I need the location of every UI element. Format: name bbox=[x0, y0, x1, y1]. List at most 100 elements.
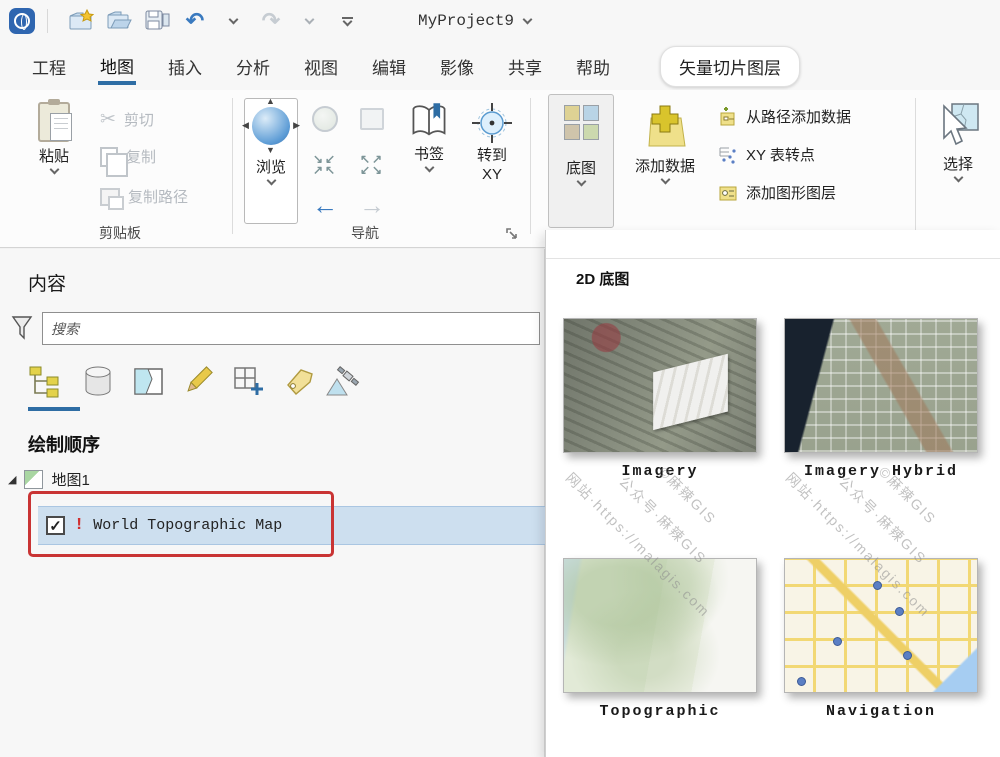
expander-icon[interactable]: ◢ bbox=[8, 473, 16, 486]
list-by-drawing-order-tab[interactable] bbox=[24, 361, 64, 401]
dialog-launcher-icon bbox=[506, 228, 517, 239]
next-extent-icon: → bbox=[359, 190, 385, 220]
gallery-divider bbox=[546, 258, 1000, 259]
bookmarks-label: 书签 bbox=[413, 146, 444, 163]
basemap-option-imagery[interactable]: Imagery bbox=[563, 318, 757, 480]
cut-button[interactable]: ✂ 剪切 bbox=[100, 108, 154, 131]
redo-icon: ↷ bbox=[261, 8, 281, 33]
full-extent-button[interactable] bbox=[305, 106, 345, 132]
titlebar-separator bbox=[47, 9, 48, 33]
save-project-icon bbox=[145, 10, 170, 30]
imagery-satellite-icon bbox=[326, 366, 360, 396]
redo-dropdown-button[interactable] bbox=[294, 5, 324, 37]
next-extent-button[interactable]: → bbox=[352, 192, 392, 218]
layer-warning-icon: ! bbox=[74, 516, 85, 535]
tab-analysis[interactable]: 分析 bbox=[234, 48, 272, 85]
new-project-icon bbox=[69, 9, 94, 30]
snapping-grid-icon bbox=[234, 367, 263, 395]
add-data-from-path-button[interactable]: 从路径添加数据 bbox=[718, 106, 851, 127]
tab-project[interactable]: 工程 bbox=[30, 48, 68, 85]
project-title: MyProject9 bbox=[418, 12, 515, 30]
xy-table-to-point-button[interactable]: XY 表转点 bbox=[718, 144, 815, 165]
basemap-option-label: Topographic bbox=[599, 703, 721, 720]
zoom-to-selection-button[interactable] bbox=[352, 108, 392, 130]
tab-insert[interactable]: 插入 bbox=[166, 48, 204, 85]
arcgis-pro-window: ↶ ↷ MyProject9 工程 地图 插入 分析 视图 编辑 影像 共享 帮… bbox=[0, 0, 1000, 757]
project-title-menu[interactable]: MyProject9 bbox=[418, 12, 533, 30]
list-by-snapping-tab[interactable] bbox=[228, 361, 268, 401]
list-by-labeling-tab[interactable] bbox=[278, 361, 318, 401]
paste-label: 粘贴 bbox=[38, 148, 69, 165]
basemap-option-imagery-hybrid[interactable]: Imagery Hybrid bbox=[784, 318, 978, 480]
add-data-icon bbox=[648, 105, 686, 147]
paste-button[interactable]: 粘贴 bbox=[22, 96, 86, 175]
add-graphics-layer-icon bbox=[719, 186, 737, 200]
data-source-icon bbox=[85, 366, 111, 396]
undo-button[interactable]: ↶ bbox=[180, 5, 210, 37]
chevron-down-icon bbox=[266, 175, 276, 186]
xy-table-to-point-label: XY 表转点 bbox=[746, 147, 815, 164]
previous-extent-button[interactable]: ← bbox=[305, 192, 345, 218]
fixed-zoom-in-button[interactable]: ↘↙ ↗↖ bbox=[305, 152, 345, 178]
tree-item-map1[interactable]: ◢ 地图1 bbox=[8, 469, 90, 490]
tab-share[interactable]: 共享 bbox=[506, 48, 544, 85]
fixed-zoom-out-button[interactable]: ↖↗ ↙↘ bbox=[352, 152, 392, 178]
filter-button[interactable] bbox=[10, 315, 34, 346]
add-graphics-layer-label: 添加图形图层 bbox=[746, 185, 837, 202]
copy-path-button[interactable]: 复制路径 bbox=[100, 186, 188, 210]
paste-icon bbox=[38, 99, 72, 142]
tab-vector-tile-layer[interactable]: 矢量切片图层 bbox=[660, 45, 800, 87]
fixed-zoom-in-icon: ↘↙ ↗↖ bbox=[312, 152, 338, 178]
list-by-selection-tab[interactable] bbox=[128, 361, 168, 401]
copy-button[interactable]: 复制 bbox=[100, 146, 157, 177]
save-project-button[interactable] bbox=[142, 5, 172, 37]
goto-xy-label: 转到 XY bbox=[476, 147, 507, 183]
tab-edit[interactable]: 编辑 bbox=[370, 48, 408, 85]
list-by-editing-tab[interactable] bbox=[178, 361, 218, 401]
tree-item-world-topographic-map[interactable]: ✓ ! World Topographic Map bbox=[38, 506, 545, 545]
layer-visibility-checkbox[interactable]: ✓ bbox=[46, 516, 65, 535]
copy-label: 复制 bbox=[126, 149, 157, 166]
redo-button[interactable]: ↷ bbox=[256, 5, 286, 37]
new-project-button[interactable] bbox=[66, 5, 96, 37]
select-button[interactable]: 选择 bbox=[926, 94, 990, 183]
explore-button[interactable]: ▲ ▼ ◀ ▶ 浏览 bbox=[242, 96, 300, 224]
basemap-button[interactable]: 底图 bbox=[548, 94, 614, 228]
tab-map[interactable]: 地图 bbox=[98, 47, 136, 85]
xy-table-to-point-icon bbox=[719, 147, 736, 164]
ribbon-tab-row: 工程 地图 插入 分析 视图 编辑 影像 共享 帮助 矢量切片图层 bbox=[0, 42, 1000, 90]
tab-help[interactable]: 帮助 bbox=[574, 48, 612, 85]
copy-path-icon bbox=[100, 187, 124, 210]
list-by-data-source-tab[interactable] bbox=[78, 361, 118, 401]
contents-pane-title: 内容 bbox=[28, 274, 67, 295]
goto-xy-button[interactable]: 转到 XY bbox=[462, 96, 522, 185]
topographic-thumbnail bbox=[563, 558, 757, 693]
selection-icon bbox=[134, 368, 163, 395]
explore-sphere-icon: ▲ ▼ ◀ ▶ bbox=[242, 96, 300, 155]
fixed-zoom-out-icon: ↖↗ ↙↘ bbox=[359, 152, 385, 178]
zoom-selection-icon bbox=[360, 108, 384, 130]
basemap-option-label: Navigation bbox=[825, 703, 936, 720]
active-tab-indicator bbox=[28, 407, 80, 411]
tab-imagery[interactable]: 影像 bbox=[438, 48, 476, 85]
add-data-button[interactable]: 添加数据 bbox=[626, 94, 704, 185]
contents-search-input[interactable] bbox=[42, 312, 540, 345]
add-data-from-path-icon bbox=[720, 106, 735, 125]
navigation-dialog-launcher[interactable] bbox=[505, 227, 519, 241]
bookmarks-button[interactable]: 书签 bbox=[400, 96, 458, 173]
add-graphics-layer-button[interactable]: 添加图形图层 bbox=[718, 182, 836, 203]
undo-dropdown-button[interactable] bbox=[218, 5, 248, 37]
copy-icon bbox=[100, 146, 128, 177]
map-item-label: 地图1 bbox=[51, 472, 90, 489]
chevron-down-icon bbox=[49, 164, 59, 175]
list-by-imagery-tab[interactable] bbox=[322, 361, 362, 401]
basemap-label: 底图 bbox=[565, 160, 596, 177]
customize-quick-access-button[interactable] bbox=[332, 5, 362, 37]
basemap-gallery-dropdown: 2D 底图 Imagery Imagery Hybrid Topographic bbox=[545, 230, 1000, 757]
goto-xy-icon bbox=[472, 103, 512, 143]
tab-view[interactable]: 视图 bbox=[302, 48, 340, 85]
basemap-option-topographic[interactable]: Topographic bbox=[563, 558, 757, 720]
basemap-option-navigation[interactable]: Navigation bbox=[784, 558, 978, 720]
open-project-button[interactable] bbox=[104, 5, 134, 37]
basemap-option-label: Imagery Hybrid bbox=[803, 463, 959, 480]
